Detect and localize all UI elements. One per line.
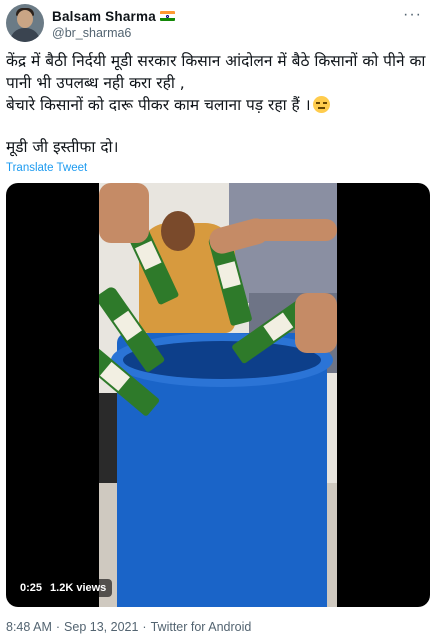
expressionless-face-emoji-icon [312, 96, 330, 113]
video-views: 1.2K views [50, 582, 107, 594]
tweet-card: Balsam Sharma @br_sharma6 ··· केंद्र में… [0, 0, 435, 642]
tweet-text-line-2: बेचारे किसानों को दारू पीकर काम चलाना पड… [6, 94, 426, 116]
india-flag-icon [159, 11, 175, 21]
avatar[interactable] [6, 4, 44, 42]
tweet-text-line-1: केंद्र में बैठी निर्दयी मूडी सरकार किसान… [6, 52, 426, 92]
tweet-footer: 8:48 AM · Sep 13, 2021 · Twitter for And… [6, 620, 251, 634]
tweet-text: केंद्र में बैठी निर्दयी मूडी सरकार किसान… [6, 50, 426, 158]
translate-tweet-link[interactable]: Translate Tweet [6, 162, 87, 174]
more-options-icon[interactable]: ··· [403, 6, 422, 24]
separator: · [55, 620, 61, 634]
author-name-row[interactable]: Balsam Sharma [52, 8, 175, 24]
tweet-source[interactable]: Twitter for Android [151, 620, 252, 634]
author-display-name[interactable]: Balsam Sharma [52, 9, 156, 24]
video-stats-badge: 0:25 1.2K views [14, 579, 113, 597]
tweet-text-line-3: मूडी जी इस्तीफा दो। [6, 138, 119, 156]
tweet-header: Balsam Sharma @br_sharma6 ··· [6, 4, 430, 44]
video-frame [99, 183, 337, 607]
video-timestamp: 0:25 [20, 582, 43, 594]
tweet-date[interactable]: Sep 13, 2021 [64, 620, 138, 634]
author-handle[interactable]: @br_sharma6 [52, 26, 131, 40]
separator: · [142, 620, 147, 634]
tweet-time[interactable]: 8:48 AM [6, 620, 52, 634]
video-player[interactable]: 0:25 1.2K views [6, 183, 430, 607]
